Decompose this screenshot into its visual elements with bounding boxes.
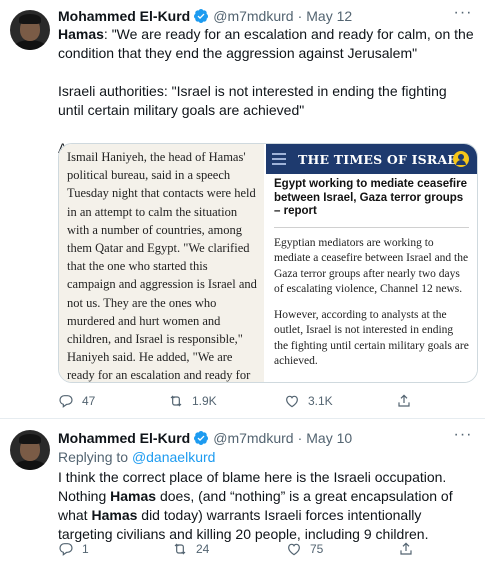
- tweet-text: Hamas: "We are ready for an escalation a…: [58, 25, 476, 158]
- article-screenshot-left[interactable]: Ismail Haniyeh, the head of Hamas' polit…: [59, 144, 264, 382]
- verified-badge-icon: [193, 430, 209, 446]
- share-button[interactable]: [396, 393, 412, 409]
- like-button[interactable]: 3.1K: [284, 393, 333, 409]
- tweet-header: Mohammed El-Kurd @m7mdkurd · May 12: [58, 6, 352, 26]
- article-screenshot-right[interactable]: THE TIMES OF ISRAEL Egypt working to med…: [266, 144, 477, 382]
- reply-count: 1: [82, 542, 89, 556]
- highlight-hamas: Hamas: [91, 507, 138, 523]
- reply-icon: [59, 395, 73, 408]
- like-button[interactable]: 75: [286, 541, 323, 557]
- user-icon: [453, 151, 469, 167]
- tweet-actions: 1 24 75: [58, 541, 458, 561]
- share-icon: [398, 394, 410, 407]
- highlight-hamas: Hamas: [110, 488, 157, 504]
- replying-label: Replying to: [58, 449, 129, 465]
- tweet-header: Mohammed El-Kurd @m7mdkurd · May 10: [58, 428, 352, 448]
- retweet-icon: [174, 543, 186, 555]
- share-button[interactable]: [398, 541, 414, 557]
- tweet-date[interactable]: May 10: [306, 430, 352, 446]
- replying-to: Replying to @danaelkurd: [58, 449, 215, 465]
- like-icon: [286, 395, 298, 408]
- reply-icon: [59, 543, 73, 556]
- tweet-media[interactable]: Ismail Haniyeh, the head of Hamas' polit…: [58, 143, 478, 383]
- outlet-logo: THE TIMES OF ISRAEL: [298, 151, 467, 167]
- verified-badge-icon: [193, 8, 209, 24]
- tweet[interactable]: Mohammed El-Kurd @m7mdkurd · May 12 ··· …: [0, 0, 485, 418]
- more-icon[interactable]: ···: [453, 5, 473, 26]
- tweet[interactable]: Mohammed El-Kurd @m7mdkurd · May 10 ··· …: [0, 420, 485, 568]
- share-icon: [400, 542, 412, 555]
- article-body: Egyptian mediators are working to mediat…: [274, 236, 469, 368]
- article-headline: Egypt working to mediate ceasefire betwe…: [274, 178, 468, 217]
- author-name[interactable]: Mohammed El-Kurd: [58, 8, 190, 24]
- reply-button[interactable]: 1: [58, 541, 89, 557]
- tweet-divider: [0, 418, 485, 419]
- reply-button[interactable]: 47: [58, 393, 95, 409]
- highlight-hamas: Hamas: [58, 26, 104, 42]
- toi-header: THE TIMES OF ISRAEL: [266, 144, 477, 174]
- author-handle[interactable]: @m7mdkurd: [213, 8, 293, 24]
- separator-dot: ·: [297, 8, 303, 24]
- more-icon[interactable]: ···: [453, 427, 473, 448]
- retweet-button[interactable]: 24: [172, 541, 209, 557]
- retweet-icon: [170, 395, 182, 407]
- author-name[interactable]: Mohammed El-Kurd: [58, 430, 190, 446]
- like-icon: [288, 543, 300, 556]
- reply-mention-link[interactable]: @danaelkurd: [132, 449, 216, 465]
- retweet-count: 1.9K: [192, 394, 217, 408]
- tweet-date[interactable]: May 12: [306, 8, 352, 24]
- tweet-text: I think the correct place of blame here …: [58, 469, 453, 542]
- avatar[interactable]: [10, 10, 50, 50]
- retweet-count: 24: [196, 542, 210, 556]
- tweet-actions: 47 1.9K 3.1K: [58, 393, 458, 413]
- separator-dot: ·: [297, 430, 303, 446]
- article-excerpt-text: Ismail Haniyeh, the head of Hamas' polit…: [67, 150, 257, 382]
- like-count: 3.1K: [308, 394, 333, 408]
- retweet-button[interactable]: 1.9K: [168, 393, 217, 409]
- reply-count: 47: [82, 394, 96, 408]
- author-handle[interactable]: @m7mdkurd: [213, 430, 293, 446]
- avatar[interactable]: [10, 430, 50, 470]
- tweet-paragraph: Israeli authorities: "Israel is not inte…: [58, 83, 447, 118]
- like-count: 75: [310, 542, 324, 556]
- menu-icon: [272, 153, 286, 165]
